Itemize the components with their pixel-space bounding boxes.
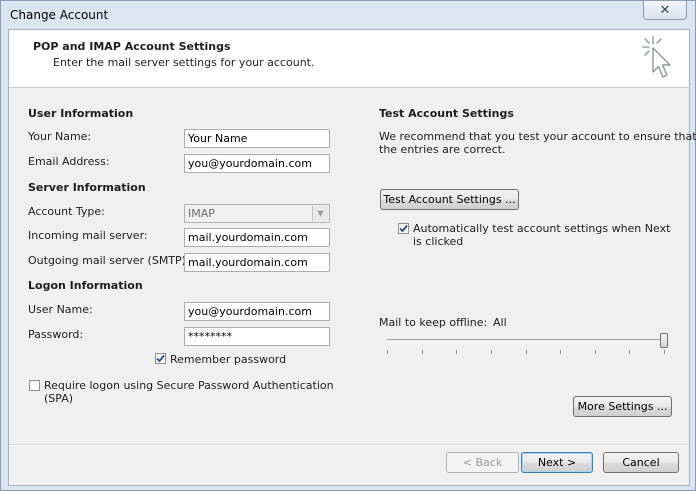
account-type-value: IMAP	[188, 207, 215, 220]
password-input[interactable]	[184, 327, 330, 346]
test-account-settings-button[interactable]: Test Account Settings ...	[380, 189, 519, 210]
mail-offline-label: Mail to keep offline:	[379, 316, 488, 329]
user-information-heading: User Information	[28, 107, 134, 120]
incoming-server-input[interactable]	[184, 228, 330, 247]
auto-test-label-line2: is clicked	[413, 235, 464, 248]
window-title: Change Account	[10, 8, 109, 22]
user-name-input[interactable]	[184, 302, 330, 321]
user-name-label: User Name:	[28, 303, 93, 316]
change-account-window: Change Account ✕ POP and IMAP Account Se…	[0, 0, 696, 491]
page-subtitle: Enter the mail server settings for your …	[53, 56, 315, 69]
close-button[interactable]: ✕	[643, 1, 687, 20]
remember-password-checkbox[interactable]	[155, 353, 166, 364]
test-description-line1: We recommend that you test your account …	[379, 130, 696, 143]
account-type-label: Account Type:	[28, 205, 105, 218]
test-description-line2: the entries are correct.	[379, 143, 506, 156]
incoming-server-label: Incoming mail server:	[28, 229, 148, 242]
slider-tick	[387, 350, 388, 354]
check-mark-icon	[156, 354, 165, 363]
spa-label-line1: Require logon using Secure Password Auth…	[44, 379, 334, 392]
your-name-label: Your Name:	[28, 130, 92, 143]
auto-test-checkbox[interactable]	[398, 223, 409, 234]
more-settings-button[interactable]: More Settings ...	[573, 396, 672, 417]
slider-tick	[491, 350, 492, 354]
title-bar[interactable]: Change Account ✕	[1, 1, 695, 29]
email-address-label: Email Address:	[28, 155, 110, 168]
wizard-header: POP and IMAP Account Settings Enter the …	[9, 30, 689, 88]
page-title: POP and IMAP Account Settings	[33, 40, 231, 53]
chevron-down-icon: ▼	[312, 206, 328, 221]
outgoing-server-label: Outgoing mail server (SMTP):	[28, 254, 190, 267]
spa-checkbox[interactable]	[29, 380, 40, 391]
logon-information-heading: Logon Information	[28, 279, 143, 292]
next-button[interactable]: Next >	[521, 452, 593, 473]
slider-tick	[560, 350, 561, 354]
password-label: Password:	[28, 328, 84, 341]
remember-password-label: Remember password	[170, 353, 287, 366]
cursor-click-icon	[642, 36, 671, 78]
back-button[interactable]: < Back	[446, 452, 519, 473]
slider-tick	[629, 350, 630, 354]
check-mark-icon	[399, 224, 408, 233]
server-information-heading: Server Information	[28, 181, 146, 194]
mail-offline-slider-track[interactable]	[387, 339, 668, 343]
your-name-input[interactable]	[184, 129, 330, 148]
slider-tick	[664, 350, 665, 354]
slider-tick	[595, 350, 596, 354]
account-type-select: IMAP ▼	[184, 204, 330, 223]
footer-divider	[9, 444, 689, 446]
outgoing-server-input[interactable]	[184, 253, 330, 272]
mail-offline-value: All	[493, 316, 507, 329]
dialog-client-area: POP and IMAP Account Settings Enter the …	[8, 29, 696, 486]
email-address-input[interactable]	[184, 154, 330, 173]
mail-offline-slider-thumb[interactable]	[660, 333, 668, 348]
slider-tick	[526, 350, 527, 354]
test-account-heading: Test Account Settings	[379, 107, 514, 120]
cancel-button[interactable]: Cancel	[603, 452, 679, 473]
slider-tick	[456, 350, 457, 354]
close-icon: ✕	[659, 2, 671, 18]
spa-label-line2: (SPA)	[44, 392, 74, 405]
slider-tick	[422, 350, 423, 354]
auto-test-label-line1: Automatically test account settings when…	[413, 222, 671, 235]
